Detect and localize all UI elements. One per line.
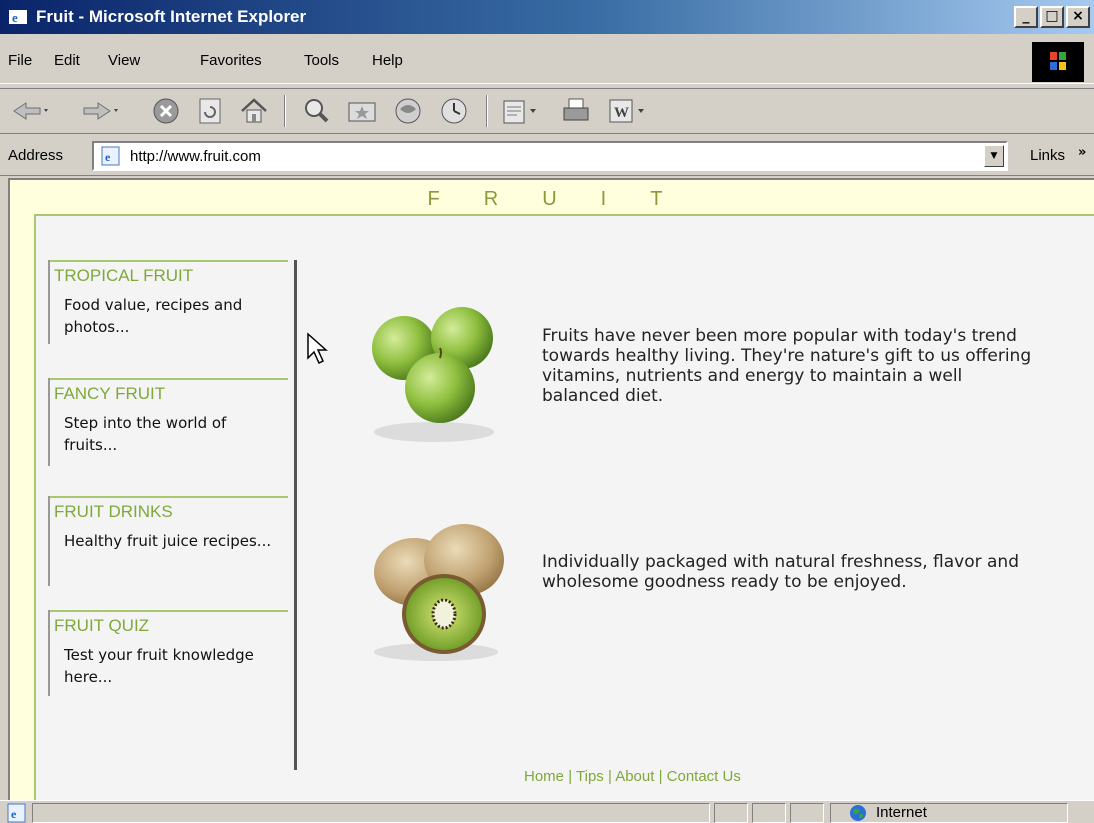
menu-edit[interactable]: Edit — [54, 52, 80, 69]
nav-desc: Test your fruit knowledge here... — [64, 646, 254, 686]
nav-title[interactable]: FANCY FRUIT — [54, 384, 165, 404]
globe-icon — [850, 805, 866, 821]
nav-vrule — [48, 610, 50, 696]
window-title: Fruit - Microsoft Internet Explorer — [36, 7, 307, 26]
footer-separator: | — [607, 768, 612, 785]
toolbar-separator — [284, 95, 286, 127]
status-text-panel — [32, 803, 710, 823]
nav-vrule — [48, 496, 50, 586]
browser-window: e Fruit - Microsoft Internet Explorer _ … — [0, 0, 1094, 823]
menu-file[interactable]: File — [8, 52, 32, 69]
nav-vrule — [48, 260, 50, 344]
media-icon[interactable] — [392, 95, 424, 127]
title-bar[interactable]: e Fruit - Microsoft Internet Explorer _ … — [0, 0, 1094, 34]
svg-text:W: W — [614, 105, 629, 121]
nav-desc: Healthy fruit juice recipes... — [64, 532, 272, 550]
maximize-button[interactable]: □ — [1040, 6, 1064, 28]
status-panel — [790, 803, 824, 823]
chevron-right-icon[interactable]: » — [1078, 145, 1086, 160]
page-viewport[interactable]: FRUIT TROPICAL FRUIT Food value, recipes… — [8, 178, 1094, 800]
packaging-paragraph: Individually packaged with natural fresh… — [542, 552, 1019, 592]
nav-rule — [48, 610, 288, 612]
address-label: Address — [8, 147, 64, 164]
menu-favorites[interactable]: Favorites — [200, 52, 262, 69]
nav-vrule — [48, 378, 50, 466]
footer-separator: | — [568, 768, 573, 785]
edit-icon[interactable]: W — [606, 95, 646, 127]
nav-desc: Food value, recipes and photos... — [64, 296, 243, 336]
windows-logo-icon — [1032, 42, 1084, 82]
mouse-cursor-icon — [307, 332, 328, 365]
favorites-icon[interactable] — [346, 95, 378, 127]
nav-title[interactable]: FRUIT QUIZ — [54, 616, 149, 636]
site-title: FRUIT — [427, 188, 707, 210]
footer-contact-link[interactable]: Contact Us — [667, 768, 741, 785]
security-zone-label: Internet — [876, 804, 927, 821]
home-icon[interactable] — [238, 95, 270, 127]
footer-separator: | — [658, 768, 663, 785]
footer-tips-link[interactable]: Tips — [576, 768, 604, 785]
status-bar: e Internet — [0, 800, 1094, 823]
nav-item-fruit-quiz[interactable]: FRUIT QUIZ Test your fruit knowledge her… — [48, 610, 288, 710]
page-status-icon: e — [7, 803, 26, 823]
close-button[interactable]: × — [1066, 6, 1090, 28]
green-apples-image — [372, 307, 494, 442]
footer-home-link[interactable]: Home — [524, 768, 564, 785]
svg-text:e: e — [12, 10, 18, 25]
nav-item-fruit-drinks[interactable]: FRUIT DRINKS Healthy fruit juice recipes… — [48, 496, 288, 596]
ie-logo-icon: e — [9, 10, 27, 25]
forward-icon[interactable] — [80, 95, 120, 127]
address-url: http://www.fruit.com — [130, 148, 261, 165]
nav-item-tropical-fruit[interactable]: TROPICAL FRUIT Food value, recipes and p… — [48, 260, 288, 360]
menu-help[interactable]: Help — [372, 52, 403, 69]
nav-rule — [48, 378, 288, 380]
stop-icon[interactable] — [150, 95, 182, 127]
footer-nav: Home | Tips | About | Contact Us — [524, 768, 741, 785]
history-icon[interactable] — [438, 95, 470, 127]
menu-view[interactable]: View — [108, 52, 140, 69]
status-panel — [714, 803, 748, 823]
nav-item-fancy-fruit[interactable]: FANCY FRUIT Step into the world of fruit… — [48, 378, 288, 478]
address-bar: Address e http://www.fruit.com ▼ Links » — [0, 136, 1094, 176]
status-panel — [752, 803, 786, 823]
footer-about-link[interactable]: About — [615, 768, 654, 785]
vertical-divider — [294, 260, 297, 770]
address-input[interactable]: e http://www.fruit.com ▼ — [92, 141, 1008, 171]
toolbar-separator — [486, 95, 488, 127]
standard-toolbar: W — [0, 88, 1094, 134]
minimize-button[interactable]: _ — [1014, 6, 1038, 28]
svg-text:e: e — [11, 807, 17, 821]
links-button[interactable]: Links — [1030, 147, 1065, 164]
nav-desc: Step into the world of fruits... — [64, 414, 227, 454]
content-area: TROPICAL FRUIT Food value, recipes and p… — [34, 214, 1094, 800]
intro-paragraph: Fruits have never been more popular with… — [542, 326, 1032, 406]
kiwi-fruit-image — [374, 524, 504, 661]
search-icon[interactable] — [300, 95, 332, 127]
page-icon: e — [101, 146, 120, 166]
menu-bar: File Edit View Favorites Tools Help — [0, 38, 1094, 84]
nav-rule — [48, 496, 288, 498]
nav-title[interactable]: TROPICAL FRUIT — [54, 266, 193, 286]
print-icon[interactable] — [560, 95, 592, 127]
nav-title[interactable]: FRUIT DRINKS — [54, 502, 173, 522]
menu-tools[interactable]: Tools — [304, 52, 339, 69]
mail-icon[interactable] — [500, 95, 540, 127]
refresh-icon[interactable] — [194, 95, 226, 127]
svg-text:e: e — [105, 150, 111, 164]
nav-rule — [48, 260, 288, 262]
back-icon[interactable] — [10, 95, 50, 127]
address-dropdown-button[interactable]: ▼ — [984, 145, 1004, 167]
